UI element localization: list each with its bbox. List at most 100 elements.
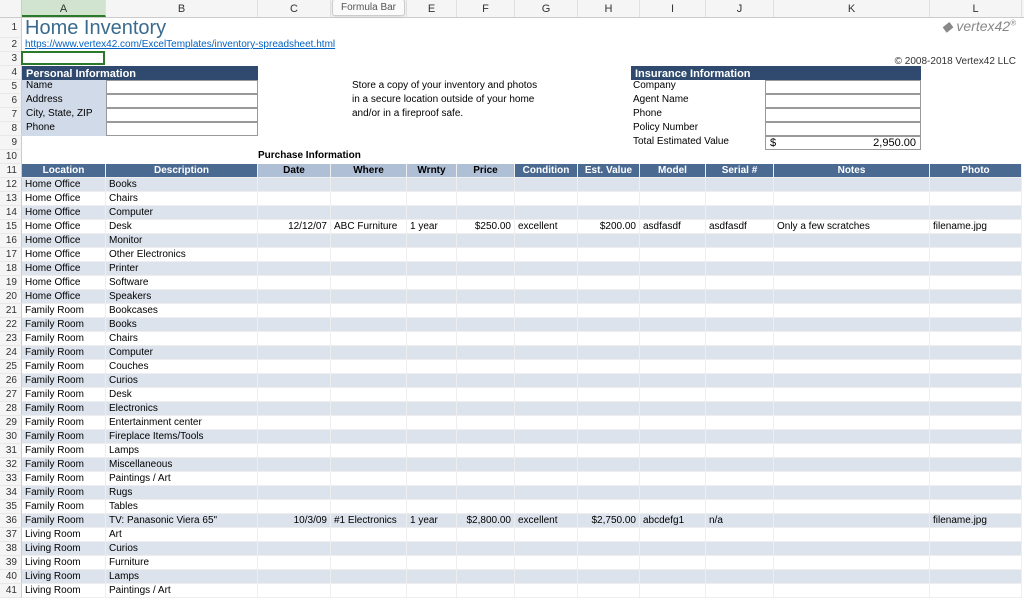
cell-r15-c6[interactable]: excellent bbox=[515, 220, 578, 234]
cell-r38-c1[interactable]: Curios bbox=[106, 542, 258, 556]
cell-r34-c5[interactable] bbox=[457, 486, 515, 500]
cell-r34-c7[interactable] bbox=[578, 486, 640, 500]
cell-r15-c2[interactable]: 12/12/07 bbox=[258, 220, 331, 234]
row-header-3[interactable]: 3 bbox=[0, 52, 22, 66]
pinfo-value-1[interactable] bbox=[106, 94, 258, 108]
cell-r28-c11[interactable] bbox=[930, 402, 1022, 416]
cell-r38-c8[interactable] bbox=[640, 542, 706, 556]
cell-r19-c4[interactable] bbox=[407, 276, 457, 290]
cell-r21-c9[interactable] bbox=[706, 304, 774, 318]
cell-r24-c11[interactable] bbox=[930, 346, 1022, 360]
cell-r27-c0[interactable]: Family Room bbox=[22, 388, 106, 402]
cell-r40-c11[interactable] bbox=[930, 570, 1022, 584]
cell-r23-c3[interactable] bbox=[331, 332, 407, 346]
cell-r12-c8[interactable] bbox=[640, 178, 706, 192]
cell-r14-c0[interactable]: Home Office bbox=[22, 206, 106, 220]
cell-r34-c4[interactable] bbox=[407, 486, 457, 500]
table-header-photo[interactable]: Photo bbox=[930, 164, 1022, 178]
cell-r22-c0[interactable]: Family Room bbox=[22, 318, 106, 332]
cell-r15-c1[interactable]: Desk bbox=[106, 220, 258, 234]
cell-r26-c4[interactable] bbox=[407, 374, 457, 388]
row-header-24[interactable]: 24 bbox=[0, 346, 22, 360]
cell-r39-c2[interactable] bbox=[258, 556, 331, 570]
table-header-description[interactable]: Description bbox=[106, 164, 258, 178]
cell-r26-c11[interactable] bbox=[930, 374, 1022, 388]
cell-r17-c6[interactable] bbox=[515, 248, 578, 262]
cell-r28-c8[interactable] bbox=[640, 402, 706, 416]
row-header-11[interactable]: 11 bbox=[0, 164, 22, 178]
cell-r18-c11[interactable] bbox=[930, 262, 1022, 276]
cell-r39-c11[interactable] bbox=[930, 556, 1022, 570]
cell-r21-c8[interactable] bbox=[640, 304, 706, 318]
cell-r30-c8[interactable] bbox=[640, 430, 706, 444]
cell-r38-c9[interactable] bbox=[706, 542, 774, 556]
cell-r31-c11[interactable] bbox=[930, 444, 1022, 458]
cell-r25-c9[interactable] bbox=[706, 360, 774, 374]
cell-r27-c4[interactable] bbox=[407, 388, 457, 402]
cell-r22-c11[interactable] bbox=[930, 318, 1022, 332]
table-header-where[interactable]: Where bbox=[331, 164, 407, 178]
cell-r29-c7[interactable] bbox=[578, 416, 640, 430]
cell-r31-c8[interactable] bbox=[640, 444, 706, 458]
cell-r28-c4[interactable] bbox=[407, 402, 457, 416]
cell-r29-c11[interactable] bbox=[930, 416, 1022, 430]
cell-r20-c2[interactable] bbox=[258, 290, 331, 304]
cell-r35-c11[interactable] bbox=[930, 500, 1022, 514]
cell-r26-c9[interactable] bbox=[706, 374, 774, 388]
cell-r39-c6[interactable] bbox=[515, 556, 578, 570]
cell-r25-c8[interactable] bbox=[640, 360, 706, 374]
cell-r29-c8[interactable] bbox=[640, 416, 706, 430]
cell-r39-c3[interactable] bbox=[331, 556, 407, 570]
row-header-18[interactable]: 18 bbox=[0, 262, 22, 276]
cell-r20-c6[interactable] bbox=[515, 290, 578, 304]
col-header-I[interactable]: I bbox=[640, 0, 706, 17]
cell-r20-c5[interactable] bbox=[457, 290, 515, 304]
cell-r32-c7[interactable] bbox=[578, 458, 640, 472]
cell-r27-c3[interactable] bbox=[331, 388, 407, 402]
cell-r20-c0[interactable]: Home Office bbox=[22, 290, 106, 304]
cell-r37-c5[interactable] bbox=[457, 528, 515, 542]
cell-r41-c2[interactable] bbox=[258, 584, 331, 598]
cell-r17-c0[interactable]: Home Office bbox=[22, 248, 106, 262]
cell-r23-c11[interactable] bbox=[930, 332, 1022, 346]
row-header-17[interactable]: 17 bbox=[0, 248, 22, 262]
cell-r15-c3[interactable]: ABC Furniture bbox=[331, 220, 407, 234]
cell-r30-c10[interactable] bbox=[774, 430, 930, 444]
row-header-40[interactable]: 40 bbox=[0, 570, 22, 584]
cell-r20-c3[interactable] bbox=[331, 290, 407, 304]
cell-r12-c0[interactable]: Home Office bbox=[22, 178, 106, 192]
cell-r27-c1[interactable]: Desk bbox=[106, 388, 258, 402]
cell-r34-c0[interactable]: Family Room bbox=[22, 486, 106, 500]
cell-r36-c10[interactable] bbox=[774, 514, 930, 528]
cell-r13-c3[interactable] bbox=[331, 192, 407, 206]
table-header-price[interactable]: Price bbox=[457, 164, 515, 178]
cell-r40-c9[interactable] bbox=[706, 570, 774, 584]
cell-r24-c4[interactable] bbox=[407, 346, 457, 360]
cell-r36-c4[interactable]: 1 year bbox=[407, 514, 457, 528]
cell-r41-c1[interactable]: Paintings / Art bbox=[106, 584, 258, 598]
cell-r37-c10[interactable] bbox=[774, 528, 930, 542]
cell-r20-c9[interactable] bbox=[706, 290, 774, 304]
cell-r30-c4[interactable] bbox=[407, 430, 457, 444]
cell-r22-c7[interactable] bbox=[578, 318, 640, 332]
cell-r40-c7[interactable] bbox=[578, 570, 640, 584]
cell-r38-c0[interactable]: Living Room bbox=[22, 542, 106, 556]
cell-r26-c1[interactable]: Curios bbox=[106, 374, 258, 388]
cell-r12-c4[interactable] bbox=[407, 178, 457, 192]
cell-r18-c2[interactable] bbox=[258, 262, 331, 276]
cell-r35-c9[interactable] bbox=[706, 500, 774, 514]
row-header-19[interactable]: 19 bbox=[0, 276, 22, 290]
cell-r31-c4[interactable] bbox=[407, 444, 457, 458]
cell-r35-c3[interactable] bbox=[331, 500, 407, 514]
cell-r28-c7[interactable] bbox=[578, 402, 640, 416]
cell-r25-c0[interactable]: Family Room bbox=[22, 360, 106, 374]
cell-r21-c11[interactable] bbox=[930, 304, 1022, 318]
cell-r14-c4[interactable] bbox=[407, 206, 457, 220]
cell-r34-c1[interactable]: Rugs bbox=[106, 486, 258, 500]
cell-r26-c0[interactable]: Family Room bbox=[22, 374, 106, 388]
cell-r16-c5[interactable] bbox=[457, 234, 515, 248]
row-header-8[interactable]: 8 bbox=[0, 122, 22, 136]
cell-r39-c1[interactable]: Furniture bbox=[106, 556, 258, 570]
cell-r39-c5[interactable] bbox=[457, 556, 515, 570]
cell-r34-c2[interactable] bbox=[258, 486, 331, 500]
